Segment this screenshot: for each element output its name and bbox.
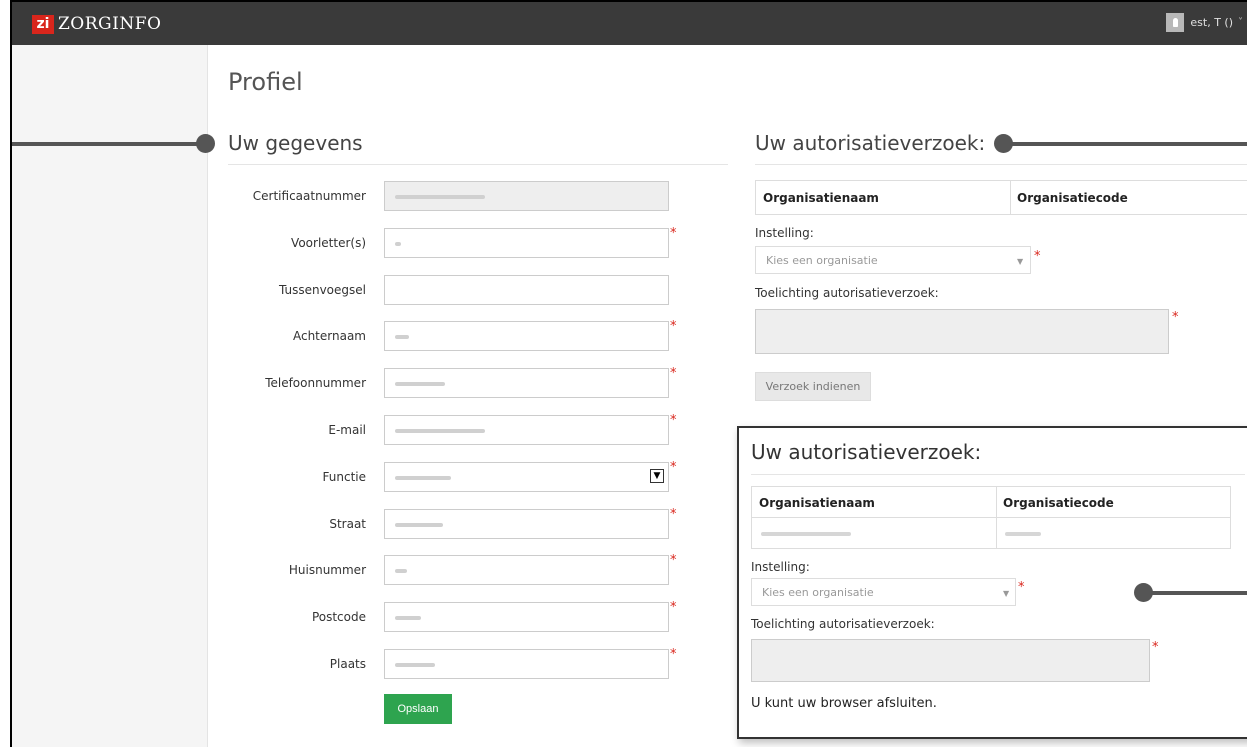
field-input[interactable] (384, 461, 669, 492)
divider (751, 474, 1245, 475)
required-mark: * (670, 553, 677, 569)
field-input[interactable] (384, 227, 669, 258)
blurred-value (395, 569, 407, 574)
save-button[interactable]: Opslaan (384, 694, 452, 724)
blurred-org-name (761, 532, 851, 536)
toelichting-label: Toelichting autorisatieverzoek: (751, 617, 935, 631)
field-label: Huisnummer (288, 563, 366, 578)
blurred-value (395, 241, 401, 246)
org-table: Organisatienaam Organisatiecode (755, 180, 1247, 215)
user-icon (1166, 13, 1185, 32)
blurred-value (395, 195, 485, 199)
blurred-value (395, 335, 409, 340)
field-label: Certificaatnummer (252, 189, 366, 203)
required-mark: * (670, 319, 677, 335)
chevron-down-icon[interactable]: ▼ (650, 468, 664, 483)
blurred-value (395, 616, 421, 621)
field-input[interactable] (384, 368, 669, 399)
blurred-value (395, 382, 445, 387)
required-mark: * (1172, 310, 1179, 325)
blurred-value (395, 475, 451, 480)
page-title: Profiel (228, 68, 303, 96)
app-frame: zi ZORGINFO est, T () ˅ Profiel Uw gegev… (10, 0, 1247, 747)
field-input[interactable] (384, 321, 669, 352)
field-label: Voorletter(s) (291, 235, 366, 250)
chevron-down-icon: ˅ (1238, 17, 1243, 28)
field-label: Functie (322, 469, 366, 484)
callout-line (1002, 142, 1247, 146)
instelling-select[interactable]: Kies een organisatie (751, 578, 1016, 606)
final-message: U kunt uw browser afsluiten. (751, 696, 937, 711)
field-label: Tussenvoegsel (278, 282, 366, 297)
sidebar (12, 45, 208, 747)
field-input[interactable] (384, 602, 669, 633)
field-label: Straat (329, 516, 366, 531)
toelichting-textarea[interactable] (751, 639, 1150, 682)
section-title-autorisatie: Uw autorisatieverzoek: (755, 131, 986, 155)
divider (228, 164, 728, 165)
field-label: E-mail (328, 423, 366, 437)
confirmation-panel: Uw autorisatieverzoek: Organisatienaam O… (737, 426, 1247, 739)
field-input[interactable] (384, 555, 669, 586)
section-title-gegevens: Uw gegevens (228, 131, 363, 155)
callout-dot (196, 134, 215, 153)
field-label: Telefoonnummer (265, 376, 366, 391)
field-input[interactable] (384, 508, 669, 539)
required-mark: * (1018, 580, 1025, 595)
logo-text: ZORGINFO (58, 14, 162, 34)
instelling-label: Instelling: (751, 560, 810, 574)
callout-dot (994, 134, 1013, 153)
field-input[interactable] (384, 649, 669, 679)
chevron-down-icon: ▼ (1003, 589, 1010, 598)
blurred-value (395, 522, 443, 527)
required-mark: * (670, 647, 677, 662)
instelling-select[interactable]: Kies een organisatie (755, 246, 1031, 274)
col-org-code: Organisatiecode (1003, 496, 1114, 510)
field-label: Achternaam (292, 329, 366, 344)
blurred-org-code (1005, 532, 1041, 536)
col-org-name: Organisatienaam (759, 496, 875, 510)
divider (755, 164, 1247, 165)
blurred-value (395, 429, 485, 433)
toelichting-textarea[interactable] (755, 309, 1169, 354)
callout-dot (1134, 583, 1153, 602)
field-input[interactable] (384, 274, 669, 305)
org-table-filled: Organisatienaam Organisatiecode (751, 486, 1231, 549)
required-mark: * (670, 225, 677, 241)
field-label: Postcode (311, 610, 366, 625)
required-mark: * (670, 413, 677, 428)
field-input[interactable] (384, 415, 669, 445)
required-mark: * (1034, 249, 1041, 264)
blurred-value (395, 663, 435, 667)
required-mark: * (670, 600, 677, 616)
overlay-title: Uw autorisatieverzoek: (751, 440, 982, 464)
instelling-label: Instelling: (755, 226, 814, 240)
col-org-name: Organisatienaam (763, 191, 879, 205)
callout-line (1142, 591, 1247, 595)
field-input (384, 181, 669, 211)
user-menu[interactable]: est, T () ˅ (1166, 13, 1247, 32)
top-bar: zi ZORGINFO est, T () ˅ (12, 2, 1247, 45)
required-mark: * (1152, 640, 1159, 655)
toelichting-label: Toelichting autorisatieverzoek: (755, 286, 939, 300)
chevron-down-icon: ▼ (1017, 257, 1024, 266)
submit-request-button[interactable]: Verzoek indienen (755, 372, 871, 401)
required-mark: * (670, 366, 677, 382)
field-label: Plaats (329, 657, 366, 671)
logo[interactable]: zi ZORGINFO (32, 14, 161, 34)
col-org-code: Organisatiecode (1017, 191, 1128, 205)
user-name: est, T () (1190, 16, 1233, 29)
callout-line (12, 142, 204, 146)
required-mark: * (670, 506, 677, 522)
logo-mark: zi (32, 14, 54, 34)
required-mark: * (670, 459, 677, 475)
